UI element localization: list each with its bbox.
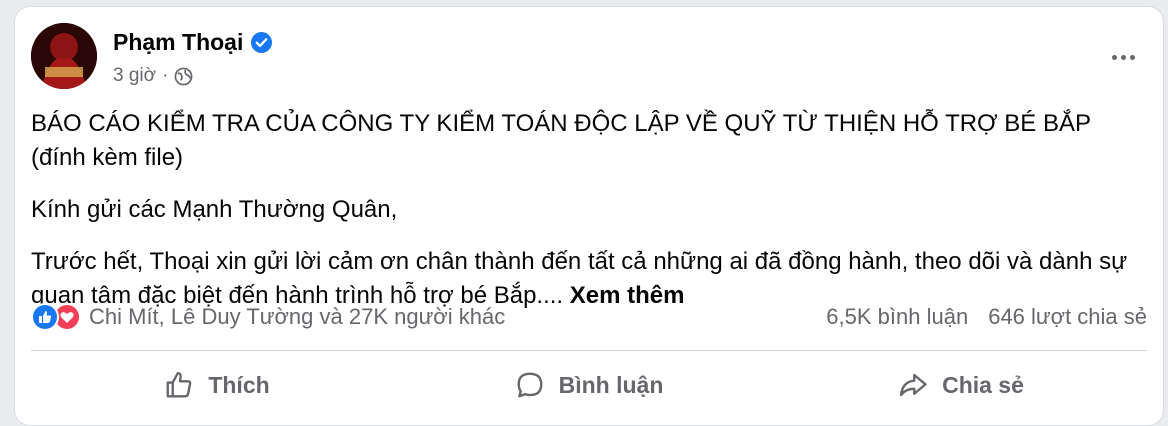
reactions-text[interactable]: Chi Mít, Lê Duy Tường và 27K người khác	[89, 304, 505, 330]
post-card: Phạm Thoại 3 giờ · BÁO CÁO KIỂM TRA CỦA …	[14, 6, 1164, 426]
meta-separator: ·	[162, 65, 169, 86]
post-meta: 3 giờ ·	[113, 65, 193, 87]
like-reaction-icon	[31, 303, 59, 331]
shares-count[interactable]: 646 lượt chia sẻ	[988, 304, 1147, 330]
like-label: Thích	[208, 371, 270, 398]
avatar-image	[31, 23, 97, 89]
avatar[interactable]	[31, 23, 97, 89]
comment-label: Bình luận	[558, 371, 664, 398]
comment-icon	[517, 372, 543, 398]
share-button[interactable]: Chia sẻ	[775, 355, 1147, 415]
author-row: Phạm Thoại	[113, 29, 273, 56]
like-button[interactable]: Thích	[31, 355, 403, 415]
post-header: Phạm Thoại 3 giờ ·	[31, 23, 1147, 91]
reaction-icons[interactable]	[31, 303, 81, 331]
post-body: BÁO CÁO KIỂM TRA CỦA CÔNG TY KIỂM TOÁN Đ…	[31, 107, 1151, 331]
comments-count[interactable]: 6,5K bình luận	[826, 304, 968, 330]
post-stats: Chi Mít, Lê Duy Tường và 27K người khác …	[31, 299, 1147, 335]
post-time[interactable]: 3 giờ	[113, 65, 156, 87]
comment-button[interactable]: Bình luận	[403, 355, 775, 415]
share-icon	[900, 373, 927, 397]
post-title: BÁO CÁO KIỂM TRA CỦA CÔNG TY KIỂM TOÁN Đ…	[31, 110, 1091, 171]
globe-icon[interactable]	[174, 67, 193, 86]
author-name[interactable]: Phạm Thoại	[113, 29, 243, 56]
divider	[31, 350, 1147, 351]
action-bar: Thích Bình luận Chia sẻ	[31, 355, 1147, 415]
more-options-icon[interactable]	[1103, 43, 1143, 71]
thumbs-up-icon	[166, 371, 192, 398]
share-label: Chia sẻ	[942, 371, 1024, 398]
post-greeting: Kính gửi các Mạnh Thường Quân,	[31, 196, 398, 223]
verified-badge-icon	[251, 32, 273, 53]
